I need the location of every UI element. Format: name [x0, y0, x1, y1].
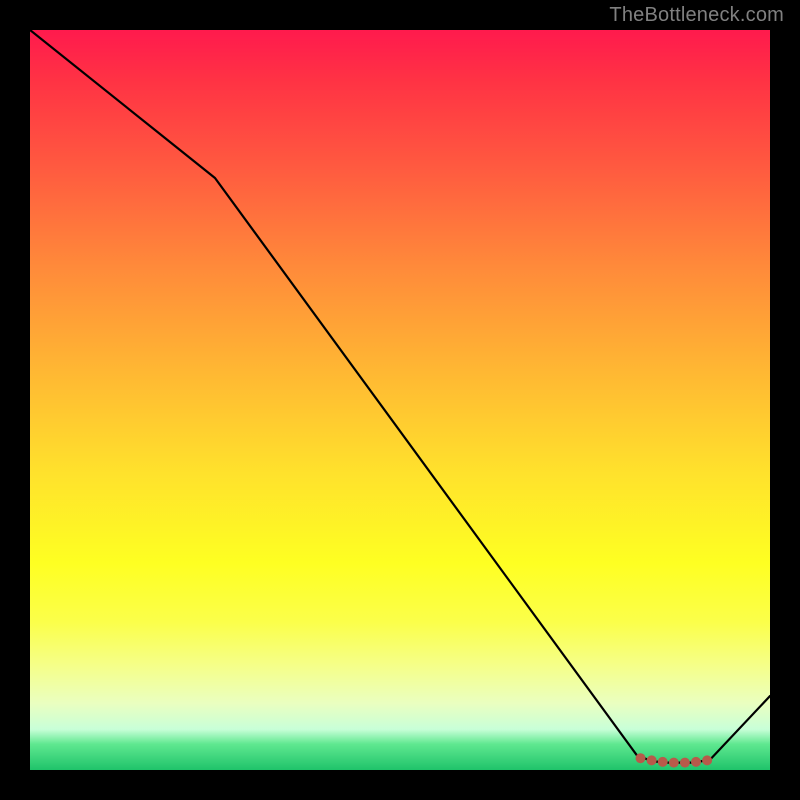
chart-container: TheBottleneck.com	[0, 0, 800, 800]
marker-dot	[691, 757, 701, 767]
marker-dot	[680, 758, 690, 768]
watermark-text: TheBottleneck.com	[609, 4, 784, 27]
curve-line	[30, 30, 770, 763]
marker-dot	[636, 753, 646, 763]
curve-markers	[636, 753, 713, 767]
chart-svg	[30, 30, 770, 770]
marker-dot	[658, 757, 668, 767]
marker-dot	[647, 755, 657, 765]
marker-dot	[669, 758, 679, 768]
plot-area	[30, 30, 770, 770]
marker-dot	[702, 755, 712, 765]
